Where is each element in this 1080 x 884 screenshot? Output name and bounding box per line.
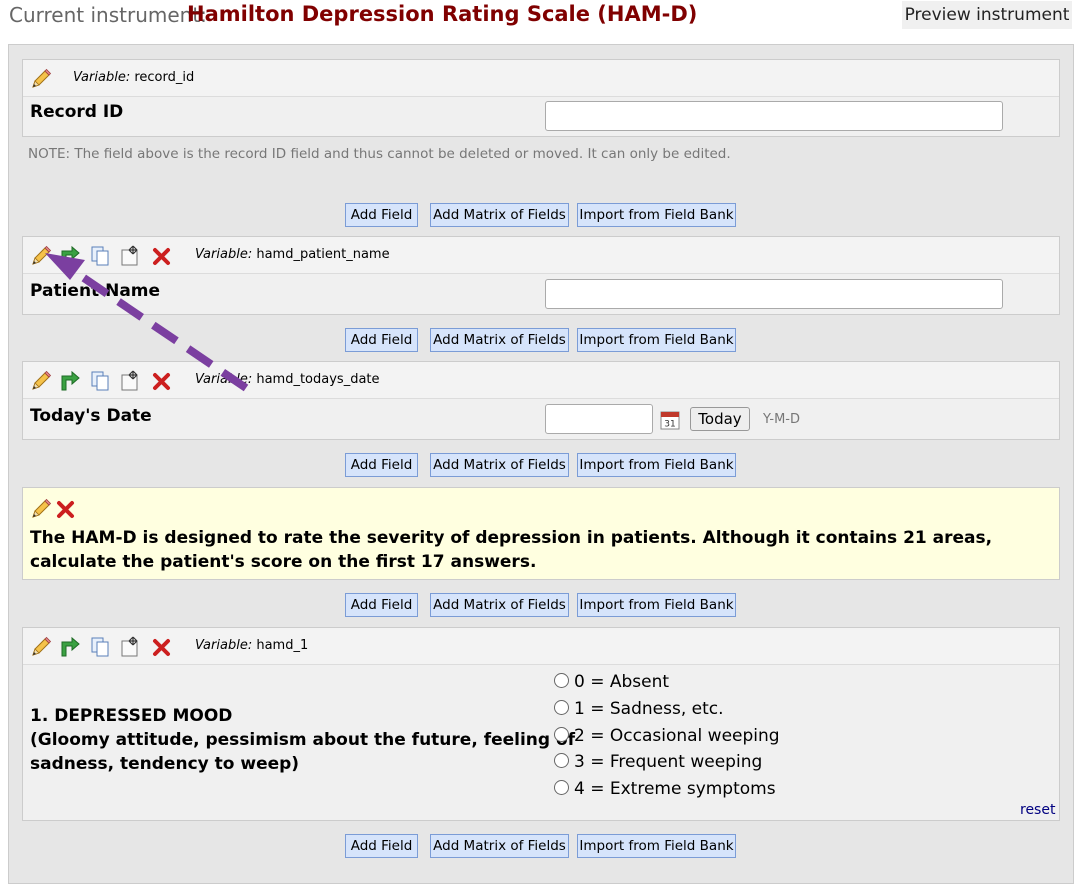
branch-arrow-icon[interactable] <box>59 245 81 267</box>
calendar-icon[interactable] <box>659 409 681 431</box>
radio-button[interactable] <box>554 727 569 742</box>
branch-arrow-icon[interactable] <box>59 636 81 658</box>
delete-icon[interactable] <box>151 370 173 392</box>
pencil-icon[interactable] <box>30 370 52 392</box>
add-matrix-button[interactable]: Add Matrix of Fields <box>430 328 569 352</box>
field-label: Today's Date <box>30 406 152 426</box>
radio-option[interactable]: 4 = Extreme symptoms <box>554 779 776 799</box>
field-hamd-1: Variable: hamd_1 1. DEPRESSED MOOD (Gloo… <box>22 627 1060 821</box>
field-label: Patient Name <box>30 281 161 301</box>
field-todays-date: Variable: hamd_todays_date Today's Date <box>22 361 1060 440</box>
radio-option[interactable]: 2 = Occasional weeping <box>554 726 780 746</box>
add-field-row: Add Field Add Matrix of Fields Import fr… <box>0 328 1080 352</box>
add-field-row: Add Field Add Matrix of Fields Import fr… <box>0 593 1080 617</box>
add-matrix-button[interactable]: Add Matrix of Fields <box>430 203 569 227</box>
move-icon[interactable] <box>120 370 142 392</box>
add-field-row: Add Field Add Matrix of Fields Import fr… <box>0 203 1080 227</box>
field-header: Variable: hamd_1 <box>23 628 1059 665</box>
patient-name-input[interactable] <box>545 279 1003 309</box>
field-header: Variable: record_id <box>23 60 1059 97</box>
date-input[interactable] <box>545 404 653 434</box>
pencil-icon[interactable] <box>30 498 52 520</box>
current-instrument-label: Current instrument: <box>9 3 207 27</box>
import-field-bank-button[interactable]: Import from Field Bank <box>577 453 736 477</box>
pencil-icon[interactable] <box>30 68 52 90</box>
add-field-button[interactable]: Add Field <box>345 593 418 617</box>
radio-button[interactable] <box>554 673 569 688</box>
add-field-button[interactable]: Add Field <box>345 328 418 352</box>
add-matrix-button[interactable]: Add Matrix of Fields <box>430 453 569 477</box>
import-field-bank-button[interactable]: Import from Field Bank <box>577 203 736 227</box>
import-field-bank-button[interactable]: Import from Field Bank <box>577 834 736 858</box>
reset-link[interactable]: reset <box>1020 802 1055 818</box>
add-field-button[interactable]: Add Field <box>345 453 418 477</box>
copy-icon[interactable] <box>89 245 111 267</box>
field-header: Variable: hamd_patient_name <box>23 237 1059 274</box>
field-label: Record ID <box>30 102 124 122</box>
delete-icon[interactable] <box>55 498 77 520</box>
record-id-input[interactable] <box>545 101 1003 131</box>
radio-button[interactable] <box>554 780 569 795</box>
add-field-button[interactable]: Add Field <box>345 834 418 858</box>
add-field-button[interactable]: Add Field <box>345 203 418 227</box>
instrument-header: Current instrument: Hamilton Depression … <box>0 0 1080 42</box>
today-button[interactable]: Today <box>690 407 750 431</box>
move-icon[interactable] <box>120 636 142 658</box>
radio-button[interactable] <box>554 700 569 715</box>
add-field-row: Add Field Add Matrix of Fields Import fr… <box>0 453 1080 477</box>
record-id-note: NOTE: The field above is the record ID f… <box>28 146 731 162</box>
branch-arrow-icon[interactable] <box>59 370 81 392</box>
instrument-title: Hamilton Depression Rating Scale (HAM-D) <box>187 2 698 26</box>
preview-instrument-button[interactable]: Preview instrument <box>902 1 1072 29</box>
variable-name: Variable: hamd_1 <box>195 638 309 653</box>
delete-icon[interactable] <box>151 245 173 267</box>
move-icon[interactable] <box>120 245 142 267</box>
field-record-id: Variable: record_id Record ID <box>22 59 1060 137</box>
field-label: 1. DEPRESSED MOOD (Gloomy attitude, pess… <box>30 706 576 774</box>
field-header: Variable: hamd_todays_date <box>23 362 1059 399</box>
add-matrix-button[interactable]: Add Matrix of Fields <box>430 834 569 858</box>
radio-option[interactable]: 3 = Frequent weeping <box>554 752 762 772</box>
description-text: The HAM-D is designed to rate the severi… <box>30 528 993 572</box>
pencil-icon[interactable] <box>30 636 52 658</box>
radio-button[interactable] <box>554 753 569 768</box>
copy-icon[interactable] <box>89 370 111 392</box>
import-field-bank-button[interactable]: Import from Field Bank <box>577 593 736 617</box>
radio-option[interactable]: 1 = Sadness, etc. <box>554 699 724 719</box>
variable-name: Variable: hamd_todays_date <box>195 372 380 387</box>
field-patient-name: Variable: hamd_patient_name Patient Name <box>22 236 1060 315</box>
date-format-hint: Y-M-D <box>763 412 801 427</box>
add-field-row: Add Field Add Matrix of Fields Import fr… <box>0 834 1080 858</box>
add-matrix-button[interactable]: Add Matrix of Fields <box>430 593 569 617</box>
variable-name: Variable: record_id <box>73 70 195 85</box>
variable-name: Variable: hamd_patient_name <box>195 247 390 262</box>
pencil-icon[interactable] <box>30 245 52 267</box>
import-field-bank-button[interactable]: Import from Field Bank <box>577 328 736 352</box>
copy-icon[interactable] <box>89 636 111 658</box>
descriptive-text-field: The HAM-D is designed to rate the severi… <box>22 487 1060 580</box>
radio-option[interactable]: 0 = Absent <box>554 672 669 692</box>
delete-icon[interactable] <box>151 636 173 658</box>
